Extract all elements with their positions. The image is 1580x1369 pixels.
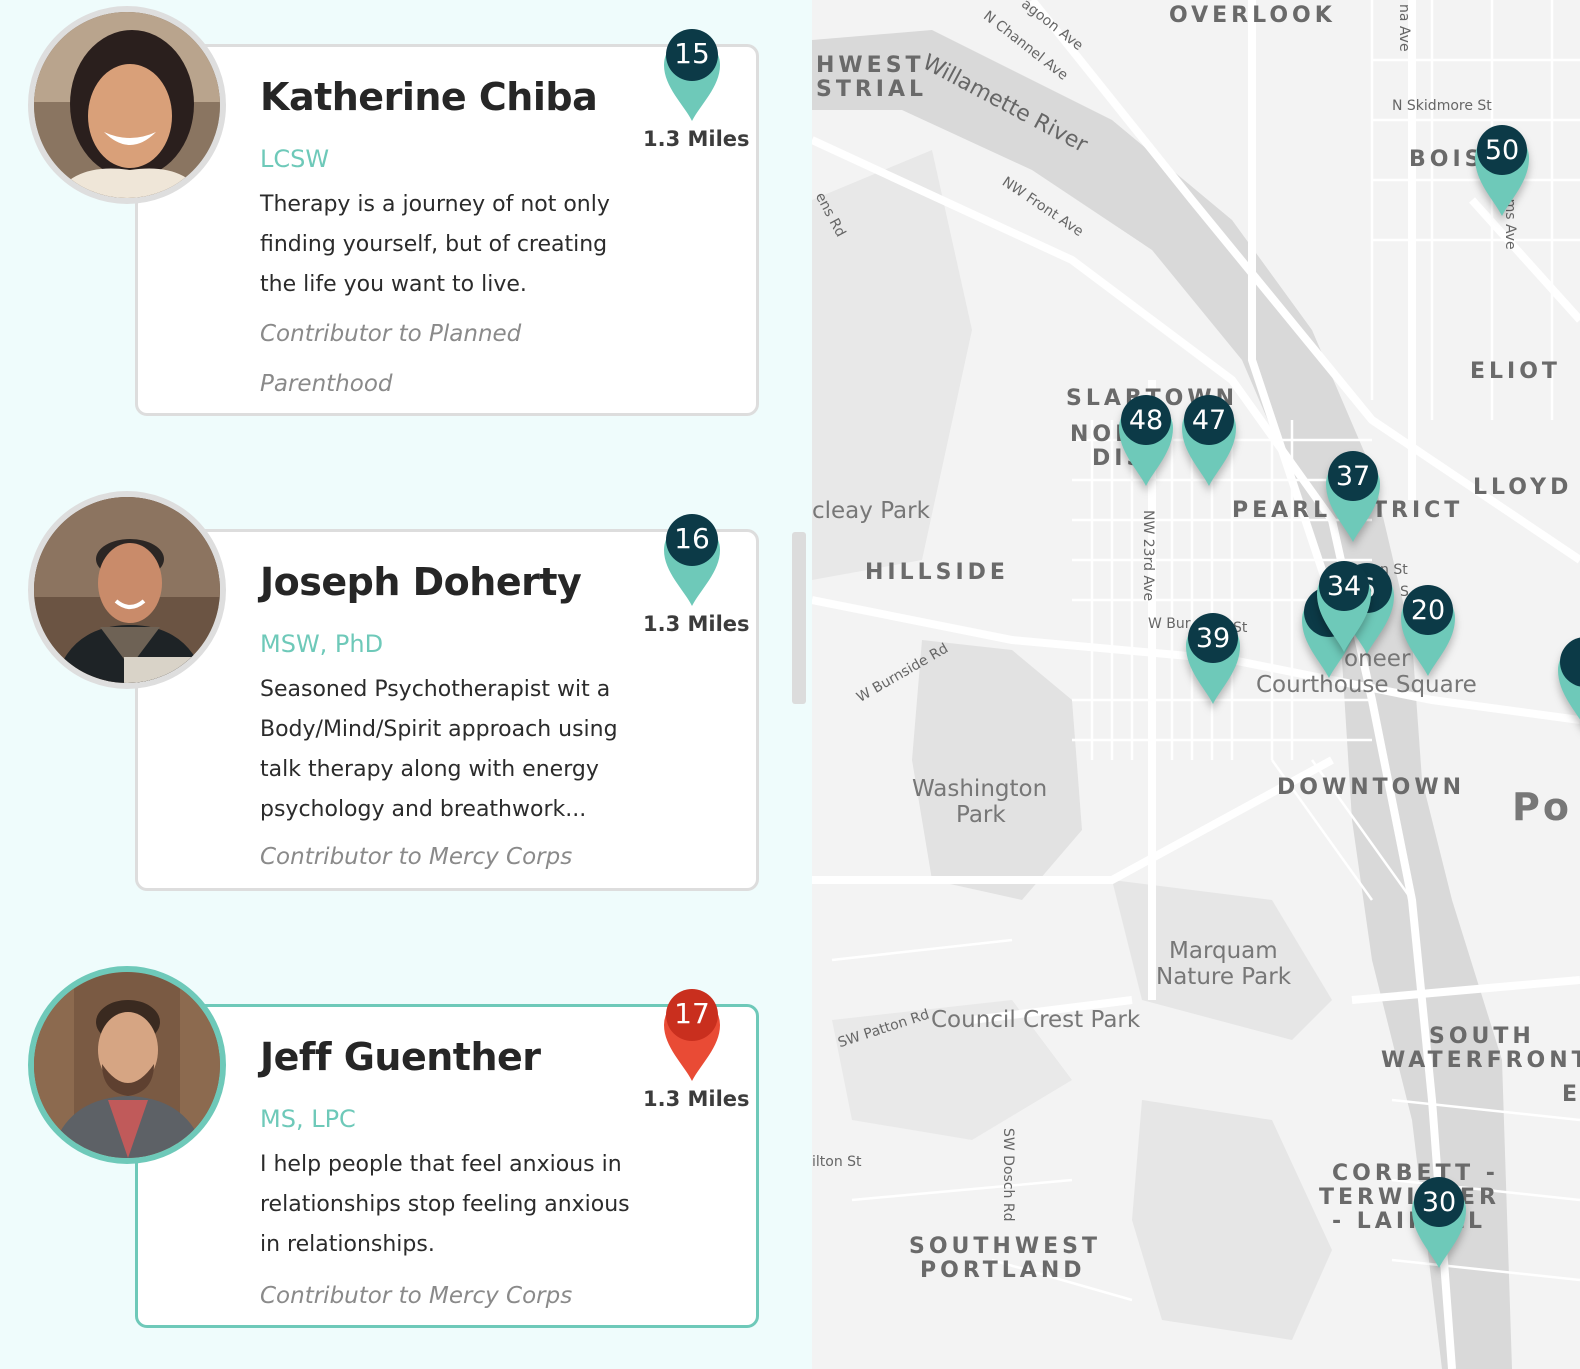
- therapist-bio: Therapy is a journey of not only finding…: [260, 192, 610, 297]
- map-pin-icon[interactable]: 39: [1184, 612, 1242, 704]
- map-view[interactable]: OVERLOOK HWEST STRIAL BOIS ELIOT SLABTOW…: [812, 0, 1580, 1369]
- map-pin-icon[interactable]: 15: [662, 29, 722, 121]
- pin-number: 34: [1326, 571, 1362, 602]
- therapist-credentials: MSW, PhD: [260, 630, 384, 658]
- map-pin-icon[interactable]: 16: [662, 514, 722, 606]
- map-pin-icon[interactable]: 30: [1410, 1176, 1468, 1268]
- street-label: SW Dosch Rd: [1000, 1128, 1016, 1222]
- map-pin-icon[interactable]: 20: [1399, 584, 1457, 676]
- avatar[interactable]: [28, 966, 226, 1164]
- map-pin-icon[interactable]: 34: [1315, 560, 1373, 652]
- pin-number: 17: [674, 997, 710, 1030]
- therapist-bio: I help people that feel anxious in relat…: [260, 1152, 630, 1257]
- therapist-name[interactable]: Katherine Chiba: [260, 75, 598, 119]
- pin-number: 16: [674, 522, 710, 555]
- scrollbar-handle[interactable]: [792, 532, 806, 704]
- pin-number: 47: [1191, 405, 1227, 436]
- distance-label: 1.3 Miles: [643, 612, 750, 636]
- street-label: ilton St: [812, 1154, 862, 1170]
- area-label: HWEST: [816, 53, 925, 78]
- therapist-bio: Seasoned Psychotherapist wit a Body/Mind…: [260, 677, 618, 822]
- therapist-credentials: MS, LPC: [260, 1105, 356, 1133]
- distance-label: 1.3 Miles: [643, 1087, 750, 1111]
- therapist-credentials: LCSW: [260, 145, 330, 173]
- pin-number: 30: [1421, 1187, 1457, 1218]
- area-label: E: [1562, 1082, 1580, 1107]
- pin-number: 39: [1195, 623, 1231, 654]
- therapist-contributor: Contributor to Mercy Corps: [260, 844, 573, 870]
- avatar[interactable]: [28, 491, 226, 689]
- park-label: Marquam: [1169, 938, 1278, 964]
- therapist-list[interactable]: Katherine Chiba LCSW Therapy is a journe…: [0, 0, 812, 1369]
- area-label: HILLSIDE: [865, 560, 1009, 585]
- area-label: TRICT: [1372, 498, 1464, 523]
- pin-number: 48: [1128, 405, 1164, 436]
- map-pin-icon[interactable]: 17: [662, 989, 722, 1081]
- street-label: N Skidmore St: [1392, 98, 1492, 114]
- park-label: cleay Park: [812, 498, 930, 524]
- therapist-card[interactable]: Joseph Doherty MSW, PhD Seasoned Psychot…: [135, 514, 759, 891]
- avatar[interactable]: [28, 6, 226, 204]
- area-label: Po: [1512, 785, 1572, 829]
- therapist-contributor: Contributor to Planned Parenthood: [260, 321, 522, 397]
- area-label: OVERLOOK: [1169, 3, 1336, 28]
- area-label: ELIOT: [1470, 359, 1561, 384]
- therapist-card[interactable]: Katherine Chiba LCSW Therapy is a journe…: [135, 29, 759, 416]
- street-label: na Ave: [1396, 4, 1412, 52]
- pin-number: 50: [1484, 135, 1520, 166]
- park-label: Park: [956, 802, 1006, 828]
- area-label: PORTLAND: [920, 1258, 1086, 1283]
- area-label: STRIAL: [816, 77, 928, 102]
- park-label: Council Crest Park: [931, 1007, 1141, 1033]
- area-label: TERWI: [1319, 1185, 1419, 1210]
- therapist-name[interactable]: Joseph Doherty: [260, 560, 582, 604]
- area-label: SOUTH: [1429, 1024, 1535, 1049]
- therapist-contributor: Contributor to Mercy Corps: [260, 1283, 573, 1309]
- map-pin-icon[interactable]: 50: [1473, 124, 1531, 216]
- park-label: Washington: [912, 776, 1048, 802]
- map-pin-icon[interactable]: 37: [1324, 450, 1382, 542]
- map-pin-icon[interactable]: [1556, 636, 1580, 728]
- map-pin-icon[interactable]: 47: [1180, 394, 1238, 486]
- pin-number: 15: [674, 37, 710, 70]
- pin-number: 20: [1410, 595, 1446, 626]
- area-label: WATERFRONT: [1381, 1048, 1580, 1073]
- area-label: LLOYD: [1473, 475, 1573, 500]
- therapist-card-selected[interactable]: Jeff Guenther MS, LPC I help people that…: [135, 989, 759, 1328]
- map-pin-icon[interactable]: 48: [1117, 394, 1175, 486]
- park-label: Nature Park: [1156, 964, 1292, 990]
- street-label: NW 23rd Ave: [1140, 510, 1156, 602]
- area-label: DOWNTOWN: [1277, 775, 1466, 800]
- distance-label: 1.3 Miles: [643, 127, 750, 151]
- area-label: PEARL: [1232, 498, 1332, 523]
- area-label: SOUTHWEST: [909, 1234, 1101, 1259]
- pin-number: 37: [1335, 461, 1371, 492]
- therapist-name[interactable]: Jeff Guenther: [260, 1035, 541, 1079]
